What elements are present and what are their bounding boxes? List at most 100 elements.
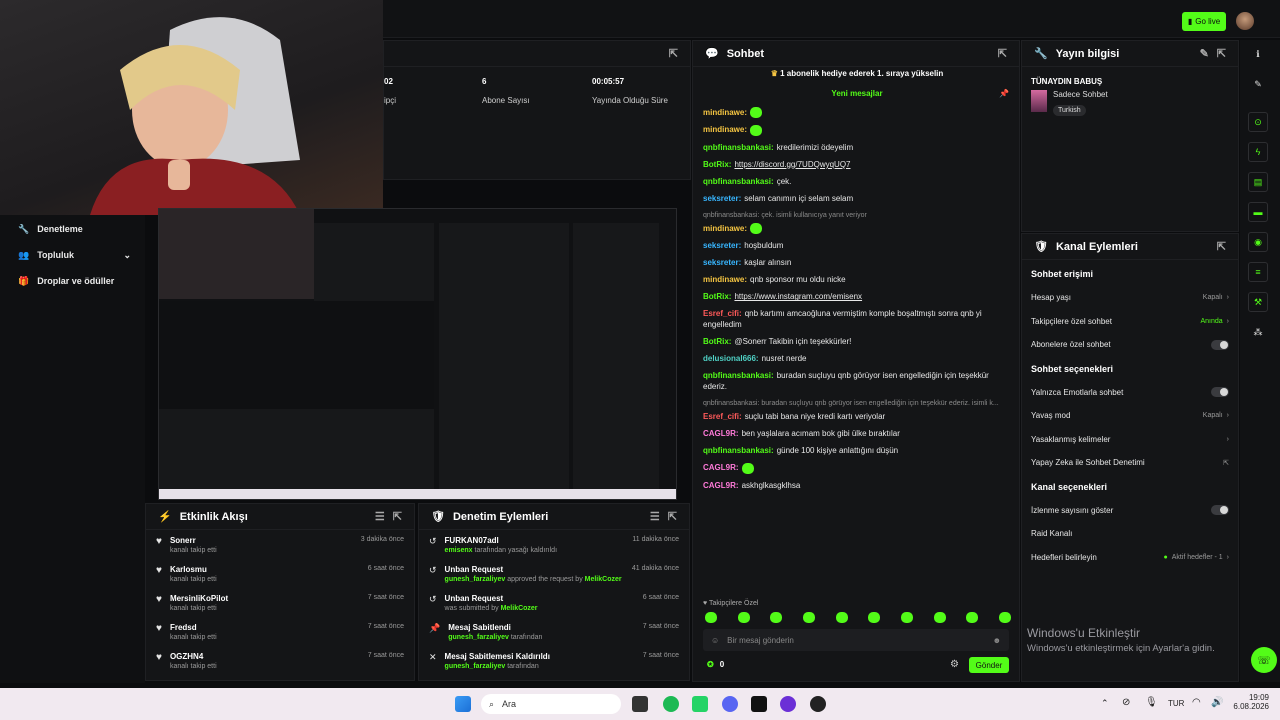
goals-row[interactable]: Hedefleri belirleyin ● Aktif hedefler - 1… — [1022, 546, 1238, 570]
chat-message[interactable]: qnbfinansbankasi: çek. isimli kullanıcıy… — [703, 210, 1013, 235]
popout-icon[interactable]: ⇱ — [1217, 240, 1226, 253]
popout-icon[interactable]: ⇱ — [393, 510, 402, 523]
language-indicator[interactable]: TUR — [1168, 699, 1184, 708]
send-button[interactable]: Gönder — [969, 657, 1009, 673]
chat-message[interactable]: qnbfinansbankasi: buradan suçluyu qnb gör… — [703, 370, 1013, 392]
activity-row[interactable]: ♥ MersinliKoPilot kanalı takip etti 7 saat … — [146, 588, 414, 617]
clipboard-icon[interactable]: ▤ — [1248, 172, 1268, 192]
network-icon[interactable]: ⊘ — [1122, 697, 1130, 708]
chat-link[interactable]: https://www.instagram.com/emisenx — [734, 292, 862, 301]
banned-words-row[interactable]: Yasaklanmış kelimeler › — [1022, 428, 1238, 452]
obs-icon[interactable] — [751, 696, 767, 712]
volume-icon[interactable]: 🔊 — [1211, 697, 1223, 708]
chat-message[interactable]: seksreter: hoşbuldum — [703, 240, 1013, 251]
mod-user[interactable]: emisenx — [445, 547, 473, 554]
emotes-only-toggle[interactable] — [1211, 387, 1229, 398]
activity-row[interactable]: ♥ OGZHN4 kanalı takip etti 7 saat önce — [146, 646, 414, 675]
popout-icon[interactable]: ⇱ — [1217, 47, 1226, 60]
chat-icon[interactable]: ▬ — [1248, 202, 1268, 222]
chat-username[interactable]: mindinawe: — [703, 108, 747, 117]
start-icon[interactable] — [455, 696, 471, 712]
settings-gear-icon[interactable]: ⚙ — [950, 659, 959, 670]
popout-icon[interactable]: ⇱ — [669, 47, 678, 60]
mod-action-row[interactable]: ↺ Unban Request was submitted by MelikCoze… — [419, 588, 689, 617]
activity-row[interactable]: ♥ Fredsd kanalı takip etti 7 saat önce — [146, 617, 414, 646]
chat-username[interactable]: Esref_cifi: — [703, 309, 742, 318]
show-viewers-toggle[interactable] — [1211, 505, 1229, 516]
broadcast-icon[interactable]: ◉ — [1248, 232, 1268, 252]
chat-username[interactable]: CAGL9R: — [703, 429, 739, 438]
emote-picker-icon[interactable] — [966, 612, 979, 623]
chat-message[interactable]: qnbfinansbankasi: günde 100 kişiye anlatt… — [703, 445, 1013, 456]
filter-icon[interactable]: ☰ — [375, 510, 385, 523]
nodes-icon[interactable]: ⁂ — [1248, 322, 1268, 342]
chat-username[interactable]: seksreter: — [703, 241, 741, 250]
chat-message[interactable]: mindinawe: — [703, 124, 1013, 136]
avatar[interactable] — [1236, 12, 1254, 30]
emoji-icon[interactable]: ☺ — [711, 636, 719, 645]
chat-message[interactable]: mindinawe: — [703, 107, 1013, 119]
gift-banner[interactable]: ♛ 1 abonelik hediye ederek 1. sıraya yük… — [693, 69, 1021, 83]
chat-message[interactable]: CAGL9R: — [703, 462, 1013, 474]
mod-target-user[interactable]: MelikCozer — [501, 605, 538, 612]
chat-username[interactable]: mindinawe: — [703, 224, 747, 233]
whatsapp-icon[interactable] — [692, 696, 708, 712]
taskbar-search[interactable]: ⌕ Ara — [481, 694, 621, 714]
emote-picker-icon[interactable] — [835, 612, 848, 623]
emote-picker-icon[interactable] — [900, 612, 913, 623]
chat-reply-context[interactable]: qnbfinansbankasi: buradan suçluyu qnb gö… — [703, 398, 1013, 409]
chat-message[interactable]: mindinawe: qnb sponsor mu oldu nicke — [703, 274, 1013, 285]
chat-input[interactable]: ☺ Bir mesaj gönderin ☻ — [703, 629, 1009, 651]
wifi-icon[interactable]: ◠ — [1192, 697, 1201, 708]
account-age-row[interactable]: Hesap yaşı Kapalı › — [1022, 286, 1238, 310]
popout-icon[interactable]: ⇱ — [998, 47, 1007, 60]
mod-action-row[interactable]: ✕ Mesaj Sabitlemesi Kaldırıldı gunesh_farz… — [419, 646, 689, 675]
chat-username[interactable]: qnbfinansbankasi: — [703, 371, 774, 380]
chat-message[interactable]: qnbfinansbankasi: kredilerimizi ödeyelim — [703, 142, 1013, 153]
subs-only-toggle[interactable] — [1211, 339, 1229, 350]
app-icon[interactable] — [780, 696, 796, 712]
activity-row[interactable]: ♥ Sonerr kanalı takip etti 3 dakika önce — [146, 530, 414, 559]
sidebar-item-moderation[interactable]: 🔧 Denetleme — [0, 216, 145, 242]
chat-message[interactable]: delusional666: nusret nerde — [703, 353, 1013, 364]
chat-message[interactable]: BotRix: https://www.instagram.com/emisenx — [703, 291, 1013, 302]
pen-icon[interactable]: ✎ — [1248, 74, 1268, 94]
mod-target-user[interactable]: MelikCozer — [585, 576, 622, 583]
info-icon[interactable]: ℹ — [1248, 44, 1268, 64]
chat-username[interactable]: seksreter: — [703, 194, 741, 203]
filter-icon[interactable]: ☰ — [650, 510, 660, 523]
emote-picker-icon[interactable] — [737, 612, 750, 623]
chat-username[interactable]: qnbfinansbankasi: — [703, 446, 774, 455]
chat-message[interactable]: Esref_cifi: qnb kartımı amcaoğluna vermiş… — [703, 308, 1013, 330]
chat-message[interactable]: CAGL9R: askhglkasgklhsa — [703, 480, 1013, 491]
chat-username[interactable]: BotRix: — [703, 337, 731, 346]
followers-only-row[interactable]: Takipçilere özel sohbet Anında › — [1022, 310, 1238, 334]
chat-username[interactable]: CAGL9R: — [703, 481, 739, 490]
chat-message[interactable]: CAGL9R: ben yaşlalara acımam bok gibi ülk… — [703, 428, 1013, 439]
smile-icon[interactable]: ☻ — [993, 636, 1001, 645]
target-icon[interactable]: ⊙ — [1248, 112, 1268, 132]
chat-message[interactable]: seksreter: kaşlar alınsın — [703, 257, 1013, 268]
wrench-icon[interactable]: ⚒ — [1248, 292, 1268, 312]
emote-picker-icon[interactable] — [770, 612, 783, 623]
bolt-icon[interactable]: ϟ — [1248, 142, 1268, 162]
chat-message[interactable]: seksreter: selam canımın içi selam selam — [703, 193, 1013, 204]
chat-username[interactable]: CAGL9R: — [703, 463, 739, 472]
emote-picker-icon[interactable] — [705, 612, 717, 623]
chat-username[interactable]: mindinawe: — [703, 275, 747, 284]
mod-action-row[interactable]: ↺ Unban Request gunesh_farzaliyev approved… — [419, 559, 689, 588]
task-view-icon[interactable] — [632, 696, 648, 712]
mod-user[interactable]: gunesh_farzaliyev — [448, 634, 509, 641]
tray-chevron-icon[interactable]: ⌃ — [1101, 698, 1109, 709]
chat-message[interactable]: qnbfinansbankasi: buradan suçluyu qnb gö… — [703, 398, 1013, 422]
edit-icon[interactable]: ✎ — [1200, 47, 1209, 60]
chat-message[interactable]: BotRix: https://discord.gg/7UDQwyqUQ7 — [703, 159, 1013, 170]
activity-row[interactable]: ♥ Karlosmu kanalı takip etti 6 saat önce — [146, 559, 414, 588]
chat-reply-context[interactable]: qnbfinansbankasi: çek. isimli kullanıcıy… — [703, 210, 1013, 221]
chat-message[interactable]: BotRix: @Sonerr Takibin için teşekkürler! — [703, 336, 1013, 347]
sidebar-item-community[interactable]: 👥 Topluluk ⌄ — [0, 242, 145, 268]
chat-username[interactable]: delusional666: — [703, 354, 759, 363]
go-live-button[interactable]: ▮ Go live — [1182, 12, 1226, 31]
ai-moderation-row[interactable]: Yapay Zeka ile Sohbet Denetimi ⇱ — [1022, 451, 1238, 475]
chat-username[interactable]: seksreter: — [703, 258, 741, 267]
